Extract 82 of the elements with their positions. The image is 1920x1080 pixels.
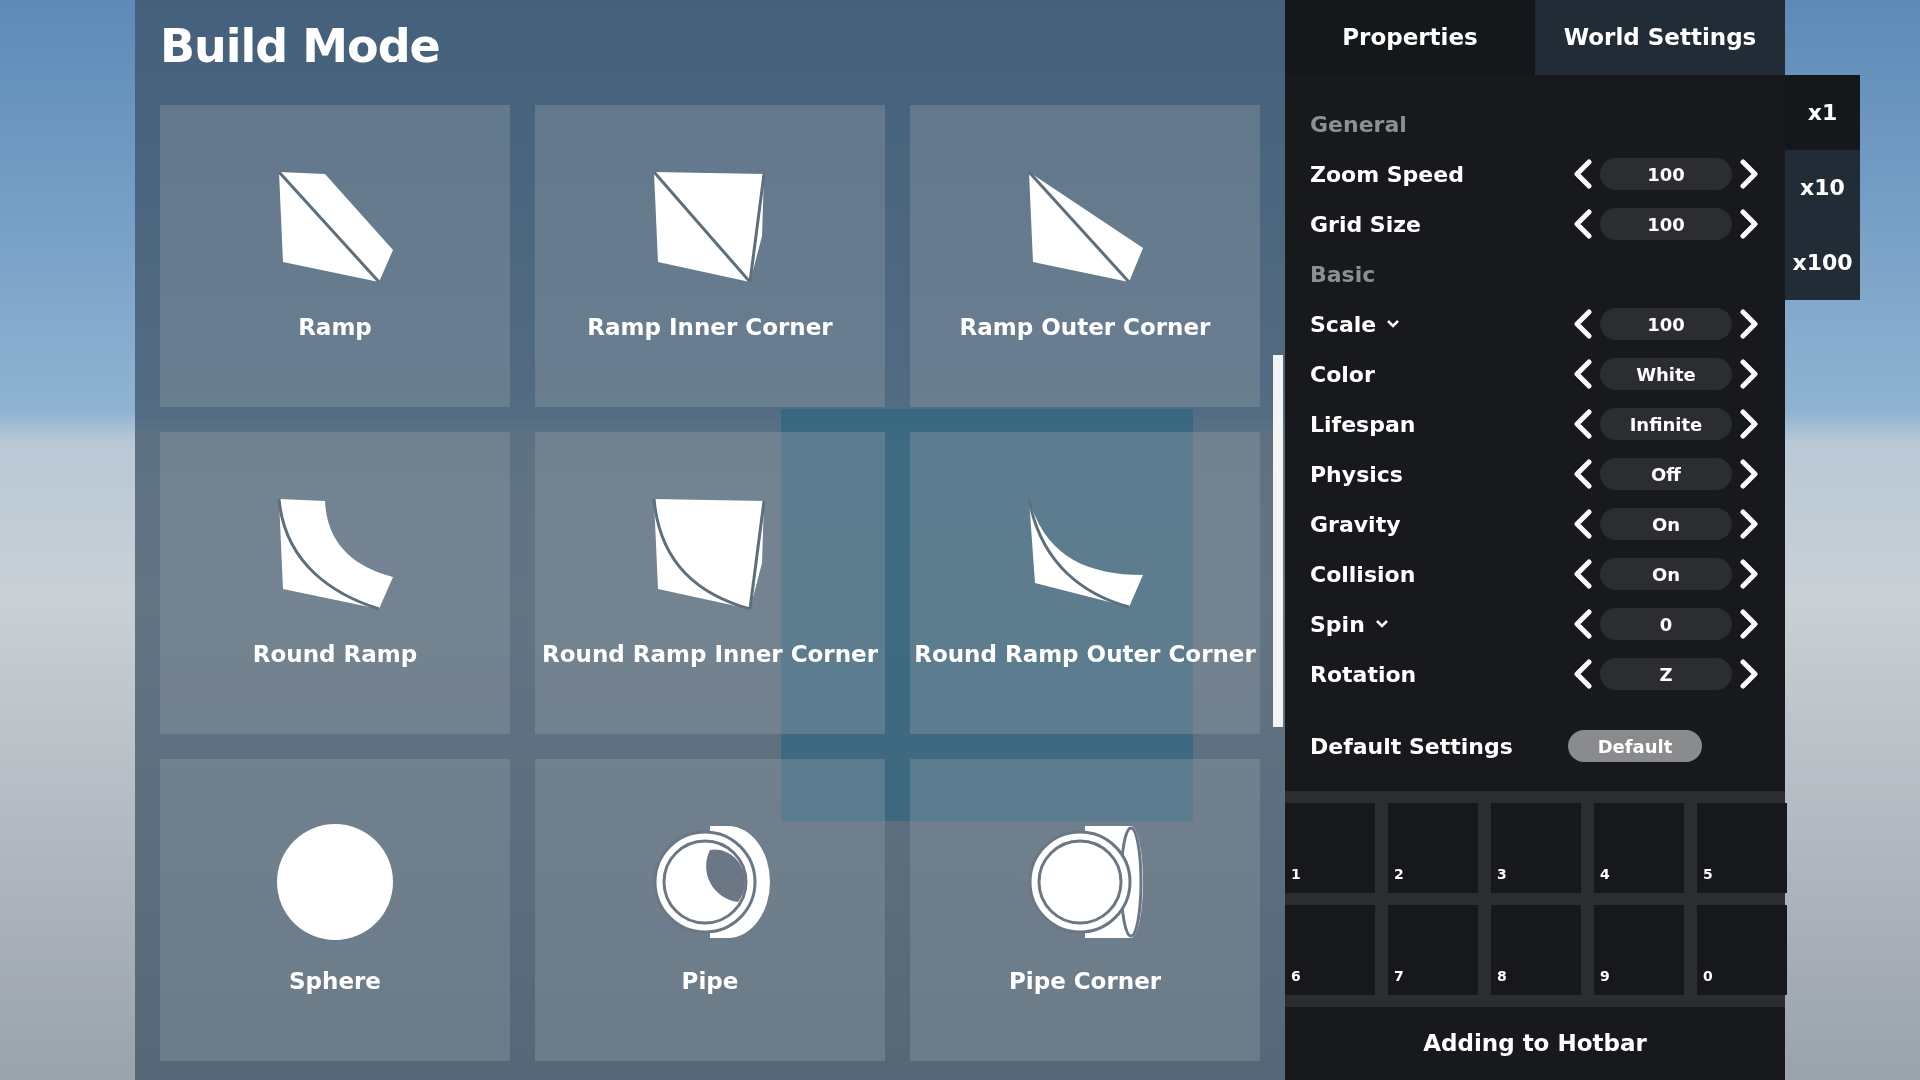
hotbar-slot[interactable]: 1 — [1285, 803, 1375, 893]
setting-label: Physics — [1310, 460, 1403, 489]
previous-button[interactable] — [1572, 509, 1594, 539]
slot-number: 9 — [1600, 967, 1610, 986]
previous-button[interactable] — [1572, 309, 1594, 339]
next-button[interactable] — [1738, 209, 1760, 239]
hotbar-slot[interactable]: 6 — [1285, 905, 1375, 995]
scrollbar[interactable] — [1273, 355, 1283, 727]
setting-label: Color — [1310, 360, 1375, 389]
next-button[interactable] — [1738, 359, 1760, 389]
value-field: 100 — [1600, 308, 1732, 340]
panel-title: Build Mode — [160, 18, 441, 75]
slot-number: 5 — [1703, 865, 1713, 884]
block-tile[interactable]: Round Ramp Inner Corner — [535, 432, 885, 734]
block-tile[interactable]: Ramp Inner Corner — [535, 105, 885, 407]
previous-button[interactable] — [1572, 359, 1594, 389]
setting-label: Zoom Speed — [1310, 160, 1464, 189]
slot-number: 8 — [1497, 967, 1507, 986]
hotbar-slot[interactable]: 2 — [1388, 803, 1478, 893]
next-button[interactable] — [1738, 309, 1760, 339]
next-button[interactable] — [1738, 659, 1760, 689]
value-field: White — [1600, 358, 1732, 390]
hotbar-slot[interactable]: 5 — [1697, 803, 1787, 893]
sphere-icon — [275, 821, 395, 942]
setting-label: Spin — [1310, 610, 1365, 639]
previous-button[interactable] — [1572, 459, 1594, 489]
slot-number: 1 — [1291, 865, 1301, 884]
hotbar-slot[interactable]: 0 — [1697, 905, 1787, 995]
setting-label: Default Settings — [1310, 732, 1514, 761]
hotbar-slot[interactable]: 7 — [1388, 905, 1478, 995]
hotbar-caption: Adding to Hotbar — [1423, 1029, 1647, 1059]
next-button[interactable] — [1738, 609, 1760, 639]
section-heading: General — [1310, 110, 1407, 139]
next-button[interactable] — [1738, 509, 1760, 539]
next-button[interactable] — [1738, 459, 1760, 489]
previous-button[interactable] — [1572, 409, 1594, 439]
hotbar-slot[interactable]: 4 — [1594, 803, 1684, 893]
section-heading: Basic — [1310, 260, 1376, 289]
next-button[interactable] — [1738, 559, 1760, 589]
chevron-down-icon[interactable] — [1374, 619, 1389, 629]
hotbar-slot[interactable]: 3 — [1491, 803, 1581, 893]
hotbar-slot[interactable]: 9 — [1594, 905, 1684, 995]
next-button[interactable] — [1738, 409, 1760, 439]
setting-label: Scale — [1310, 310, 1377, 339]
value-field: On — [1600, 508, 1732, 540]
block-tile[interactable]: Sphere — [160, 759, 510, 1061]
setting-label: Collision — [1310, 560, 1416, 589]
previous-button[interactable] — [1572, 159, 1594, 189]
value-field: Off — [1600, 458, 1732, 490]
block-tile[interactable]: Round Ramp Outer Corner — [910, 432, 1260, 734]
value-field: 0 — [1600, 608, 1732, 640]
next-button[interactable] — [1738, 159, 1760, 189]
setting-label: Grid Size — [1310, 210, 1421, 239]
chevron-down-icon[interactable] — [1386, 319, 1401, 329]
value-field: On — [1600, 558, 1732, 590]
block-tile[interactable]: Ramp — [160, 105, 510, 407]
setting-label: Lifespan — [1310, 410, 1416, 439]
tab[interactable]: World Settings — [1535, 0, 1785, 75]
slot-number: 0 — [1703, 967, 1713, 986]
previous-button[interactable] — [1572, 209, 1594, 239]
setting-label: Gravity — [1310, 510, 1401, 539]
value-field: Z — [1600, 658, 1732, 690]
slot-number: 4 — [1600, 865, 1610, 884]
multiplier-tab[interactable]: x10 — [1785, 150, 1860, 225]
block-tile[interactable]: Pipe Corner — [910, 759, 1260, 1061]
slot-number: 3 — [1497, 865, 1507, 884]
value-field: 100 — [1600, 158, 1732, 190]
value-field: 100 — [1600, 208, 1732, 240]
block-tile[interactable]: Round Ramp — [160, 432, 510, 734]
previous-button[interactable] — [1572, 609, 1594, 639]
slot-number: 7 — [1394, 967, 1404, 986]
multiplier-tab[interactable]: x100 — [1785, 225, 1860, 300]
slot-number: 2 — [1394, 865, 1404, 884]
slot-number: 6 — [1291, 967, 1301, 986]
value-field: Infinite — [1600, 408, 1732, 440]
previous-button[interactable] — [1572, 659, 1594, 689]
setting-label: Rotation — [1310, 660, 1417, 689]
hotbar-slot[interactable]: 8 — [1491, 905, 1581, 995]
block-tile[interactable]: Pipe — [535, 759, 885, 1061]
multiplier-tab[interactable]: x1 — [1785, 75, 1860, 150]
previous-button[interactable] — [1572, 559, 1594, 589]
block-tile[interactable]: Ramp Outer Corner — [910, 105, 1260, 407]
